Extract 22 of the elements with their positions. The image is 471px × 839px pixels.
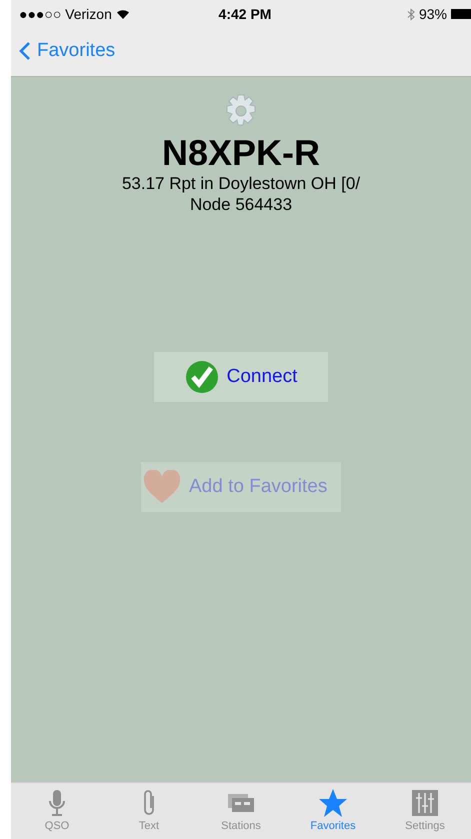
checkmark-icon <box>184 360 219 394</box>
back-button[interactable]: Favorites <box>11 40 124 62</box>
battery-icon <box>450 9 471 19</box>
battery-percent: 93% <box>418 6 447 22</box>
chevron-left-icon <box>19 41 31 61</box>
tab[interactable]: Favorites <box>293 788 373 832</box>
connect-button[interactable]: Connect <box>154 352 328 402</box>
node-number: Node 564433 <box>190 194 292 215</box>
status-time: 4:42 PM <box>218 6 272 22</box>
tab[interactable]: Stations <box>201 788 281 832</box>
wifi-icon <box>116 9 130 19</box>
tab[interactable]: Settings <box>385 788 465 832</box>
carrier-label: ●●●○○ Verizon <box>19 6 112 22</box>
tab[interactable]: Text <box>109 788 189 832</box>
star-icon <box>318 788 348 818</box>
heart-icon <box>143 470 181 504</box>
station-callsign: N8XPK-R <box>162 133 320 173</box>
tab[interactable]: QSO <box>17 788 97 832</box>
sliders-icon <box>410 788 440 818</box>
paperclip-icon <box>143 788 155 818</box>
station-description: 53.17 Rpt in Doylestown OH [0/ <box>122 173 360 194</box>
bluetooth-icon <box>406 8 415 20</box>
